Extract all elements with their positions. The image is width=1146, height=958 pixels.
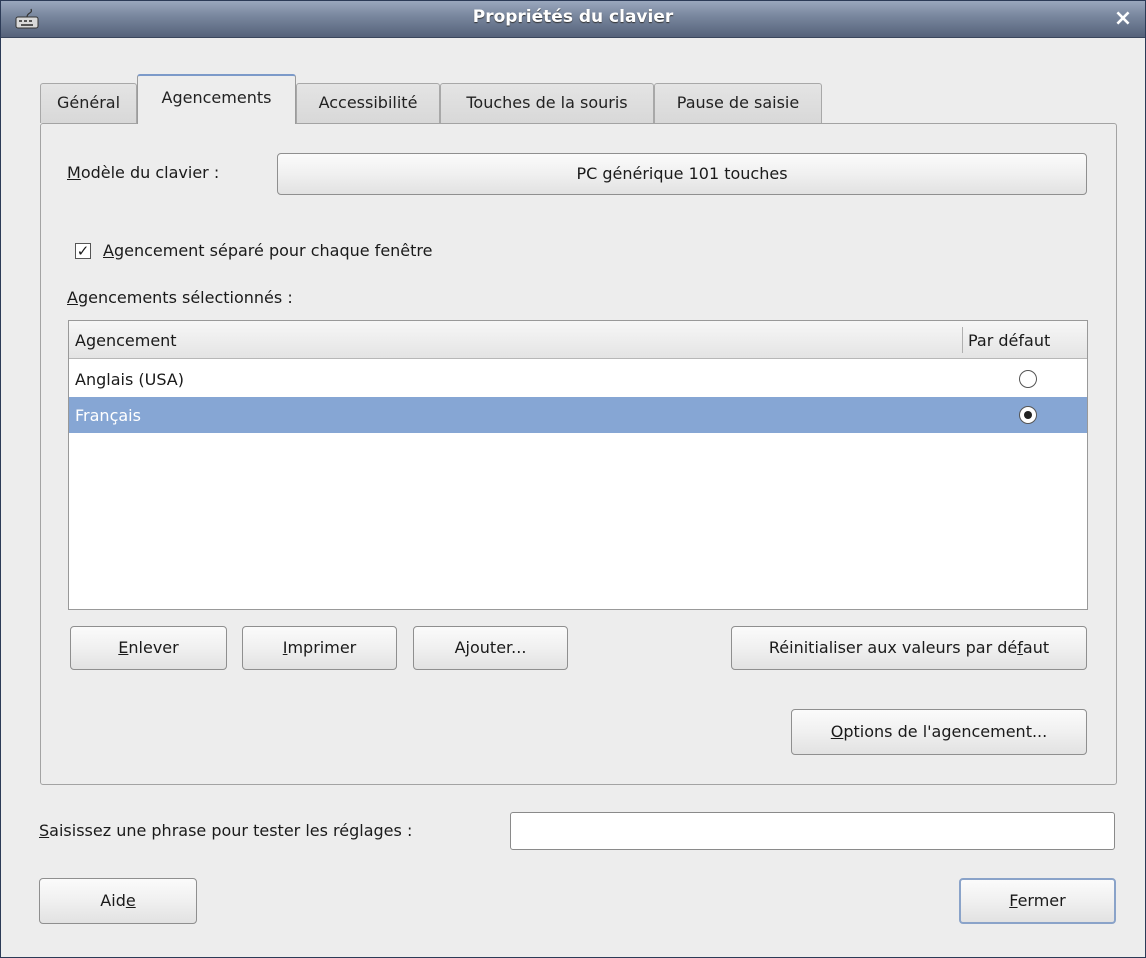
add-button[interactable]: Ajouter... (413, 626, 568, 670)
keyboard-model-label: Modèle du clavier : (67, 163, 220, 182)
selected-layouts-label: Agencements sélectionnés : (67, 288, 293, 307)
reset-defaults-button[interactable]: Réinitialiser aux valeurs par défaut (731, 626, 1087, 670)
table-header: Agencement Par défaut (69, 321, 1087, 359)
close-button[interactable]: Fermer (959, 878, 1116, 924)
help-button[interactable]: Aide (39, 878, 197, 924)
tab-layouts[interactable]: Agencements (137, 74, 296, 124)
close-icon[interactable]: × (1109, 5, 1137, 33)
tab-mouse-keys[interactable]: Touches de la souris (440, 83, 654, 123)
layout-name: Anglais (USA) (75, 370, 184, 389)
radio-dot (1024, 411, 1032, 419)
title-bar[interactable]: Propriétés du clavier × (1, 1, 1145, 38)
separate-layout-label[interactable]: Agencement séparé pour chaque fenêtre (103, 241, 432, 260)
layouts-table[interactable]: Agencement Par défaut Anglais (USA) Fran… (68, 320, 1088, 610)
layout-options-button[interactable]: Options de l'agencement... (791, 709, 1087, 755)
test-phrase-input[interactable] (510, 812, 1115, 850)
layout-name: Français (75, 406, 141, 425)
window-title: Propriétés du clavier (472, 7, 674, 27)
column-header-layout[interactable]: Agencement (75, 331, 177, 350)
table-row-selected[interactable]: Français (69, 397, 1087, 433)
remove-button[interactable]: Enlever (70, 626, 227, 670)
keyboard-model-button[interactable]: PC générique 101 touches (277, 153, 1087, 195)
table-row[interactable]: Anglais (USA) (69, 361, 1087, 397)
default-radio-checked[interactable] (1019, 406, 1037, 424)
tab-accessibility[interactable]: Accessibilité (296, 83, 440, 123)
separate-layout-checkbox[interactable]: ✓ (75, 243, 91, 259)
test-phrase-label: Saisissez une phrase pour tester les rég… (39, 821, 413, 840)
tab-typing-break[interactable]: Pause de saisie (654, 83, 822, 123)
default-radio[interactable] (1019, 370, 1037, 388)
keyboard-properties-window: Propriétés du clavier × Général Agenceme… (0, 0, 1146, 958)
tab-general[interactable]: Général (40, 83, 137, 123)
column-header-default[interactable]: Par défaut (968, 331, 1050, 350)
column-separator (962, 327, 963, 353)
print-button[interactable]: Imprimer (242, 626, 397, 670)
